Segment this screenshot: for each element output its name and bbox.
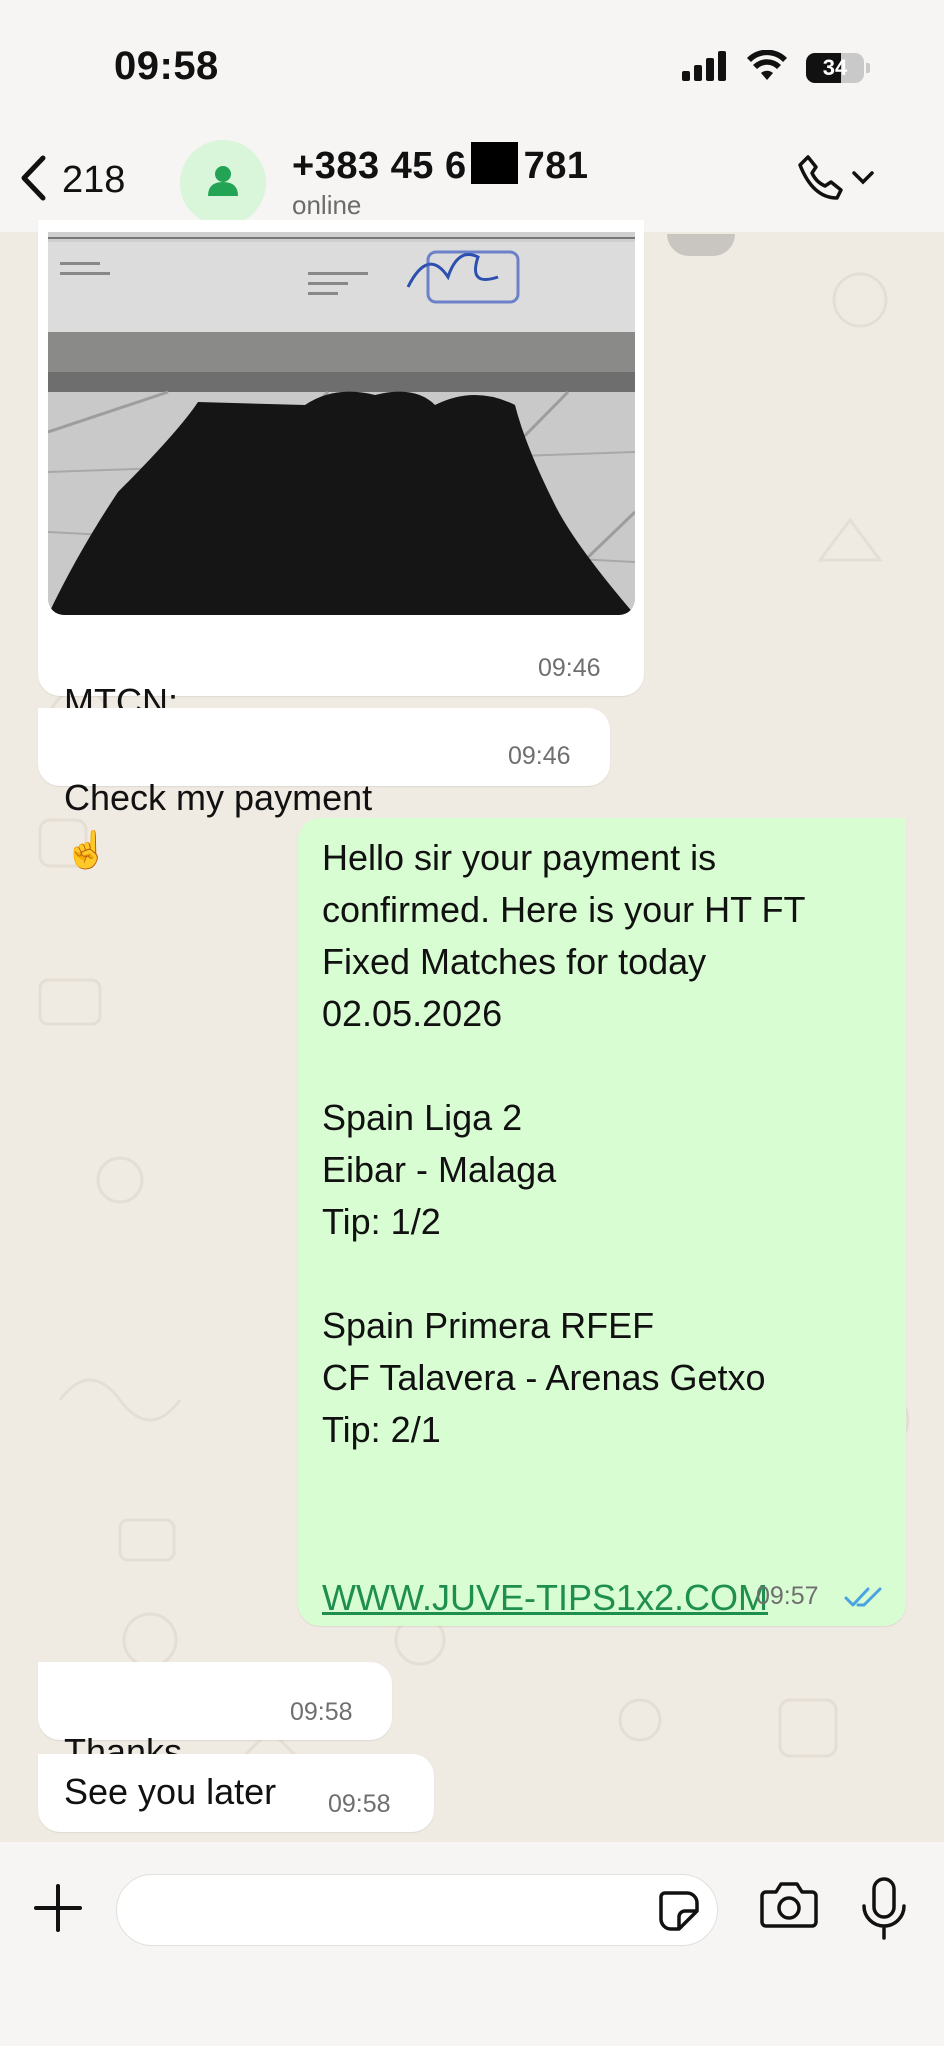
person-icon xyxy=(206,164,240,203)
read-receipt-icon xyxy=(844,1586,884,1613)
pointing-up-emoji: ☝️ xyxy=(64,829,109,870)
battery-level: 34 xyxy=(822,55,848,80)
redaction-box xyxy=(470,142,518,184)
message-input[interactable] xyxy=(139,1885,633,1935)
message-time: 09:57 xyxy=(756,1582,819,1610)
attach-button[interactable] xyxy=(28,1880,88,1940)
chevron-down-icon xyxy=(852,170,874,190)
message-text: Hello sir your payment is confirmed. Her… xyxy=(322,837,806,1450)
message-time: 09:58 xyxy=(328,1790,391,1818)
incoming-message[interactable]: See you later 09:58 xyxy=(38,1754,434,1832)
microphone-button[interactable] xyxy=(858,1876,910,1942)
message-text: Check my payment xyxy=(64,777,373,818)
sticker-icon[interactable] xyxy=(657,1889,701,1933)
phone-icon xyxy=(796,153,846,208)
top-bar: 09:58 34 218 +383 45 6 781 online xyxy=(0,0,944,232)
microphone-icon xyxy=(858,1877,910,1946)
status-time: 09:58 xyxy=(114,44,219,88)
message-input-box[interactable] xyxy=(116,1874,718,1946)
contact-avatar[interactable] xyxy=(180,140,266,226)
chevron-left-icon xyxy=(18,154,48,207)
contact-number-prefix: +383 45 6 xyxy=(292,145,467,187)
wifi-icon xyxy=(746,49,788,87)
payment-receipt-photo[interactable] xyxy=(48,232,635,615)
message-time: 09:46 xyxy=(508,742,571,770)
website-link[interactable]: WWW.JUVE-TIPS1x2.COM xyxy=(322,1577,768,1618)
status-icons: 34 xyxy=(682,49,870,87)
signal-icon xyxy=(682,50,728,86)
contact-name[interactable]: +383 45 6 781 xyxy=(292,142,589,188)
camera-button[interactable] xyxy=(760,1880,820,1940)
plus-icon xyxy=(34,1883,82,1937)
incoming-message[interactable]: Thanks ☘️ 09:58 xyxy=(38,1662,392,1824)
unread-count: 218 xyxy=(62,158,126,201)
back-button[interactable]: 218 xyxy=(18,150,125,210)
message-text: See you later xyxy=(64,1771,277,1812)
camera-icon xyxy=(760,1882,818,1934)
message-time: 09:46 xyxy=(538,654,601,682)
battery-icon: 34 xyxy=(806,53,870,83)
outgoing-message[interactable]: Hello sir your payment is confirmed. Her… xyxy=(298,818,906,1626)
call-button[interactable] xyxy=(796,150,874,210)
contact-number-suffix: 781 xyxy=(523,145,589,187)
incoming-message[interactable]: Check my payment ☝️ 09:46 xyxy=(38,708,610,870)
contact-status: online xyxy=(292,190,362,220)
message-time: 09:58 xyxy=(290,1698,353,1726)
